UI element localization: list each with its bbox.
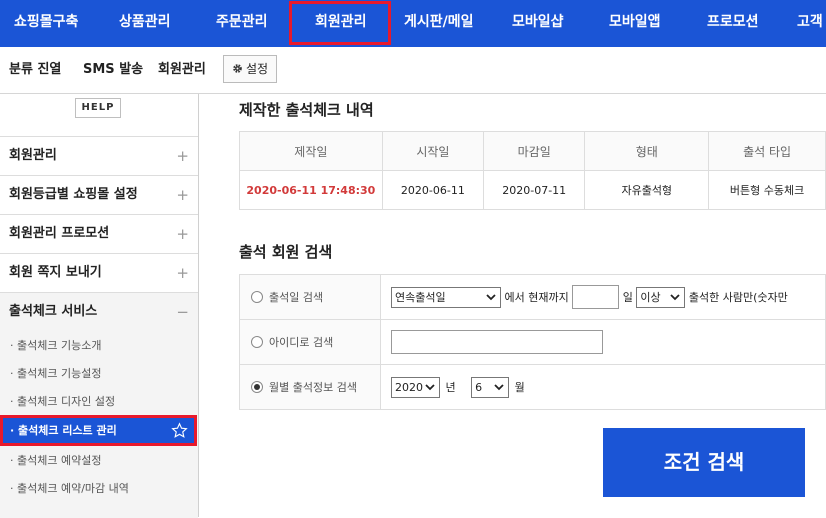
sidebar-menu-label: 회원등급별 쇼핑몰 설정: [9, 187, 138, 202]
column-header: 형태: [584, 131, 710, 171]
table-row[interactable]: 2020-06-11 17:48:30 2020-06-11 2020-07-1…: [239, 170, 826, 210]
top-nav-mobile-app[interactable]: 모바일앱: [609, 0, 661, 47]
search-label-cell: 아이디로 검색: [238, 319, 382, 365]
end-date-cell: 2020-07-11: [483, 170, 586, 210]
created-date-cell[interactable]: 2020-06-11 17:48:30: [239, 170, 383, 210]
radio-label: 출석일 검색: [269, 291, 324, 304]
search-label-cell: 월별 출석정보 검색: [238, 364, 382, 410]
month-unit-text: 월: [514, 381, 525, 394]
top-nav-products[interactable]: 상품관리: [119, 0, 171, 47]
search-field-cell: 연속출석일 에서 현재까지 일 이상 출석한 사람만(숫자만: [380, 274, 826, 320]
column-header: 제작일: [239, 131, 383, 171]
sidebar: HELP 회원관리 + 회원등급별 쇼핑몰 설정 + 회원관리 프로모션 + 회…: [0, 94, 199, 518]
table-header-row: 제작일 시작일 마감일 형태 출석 타입: [239, 131, 826, 171]
top-nav-customer[interactable]: 고객: [797, 0, 823, 47]
subnav-category-display[interactable]: 분류 진열: [9, 47, 61, 93]
column-header: 시작일: [381, 131, 485, 171]
search-row-date: 출석일 검색 연속출석일 에서 현재까지 일 이상 출석한 사람만(숫자만: [238, 274, 826, 320]
top-nav-board-mail[interactable]: 게시판/메일: [404, 0, 474, 47]
expand-icon: +: [176, 147, 189, 165]
sub-navigation: 분류 진열 SMS 발송 회원관리 설정: [0, 47, 826, 94]
attendance-type-cell: 버튼형 수동체크: [708, 170, 826, 210]
top-navigation: 쇼핑몰구축 상품관리 주문관리 회원관리 게시판/메일 모바일샵 모바일앱 프로…: [0, 0, 826, 47]
top-nav-promotion[interactable]: 프로모션: [707, 0, 759, 47]
chevron-down-icon: [425, 383, 435, 390]
expand-icon: +: [176, 264, 189, 282]
sidebar-menu-send-note[interactable]: 회원 쪽지 보내기 +: [0, 253, 198, 292]
radio-date-search[interactable]: [251, 291, 263, 303]
radio-monthly-search[interactable]: [251, 381, 263, 393]
search-field-cell: [380, 319, 826, 365]
consecutive-select[interactable]: 연속출석일: [391, 286, 502, 308]
radio-id-search[interactable]: [251, 336, 263, 348]
history-title: 제작한 출석체크 내역: [239, 101, 374, 119]
chevron-down-icon: [494, 383, 504, 390]
select-value: 이상: [640, 290, 661, 304]
settings-label: 설정: [245, 62, 269, 76]
chevron-down-icon: [486, 293, 496, 300]
help-button[interactable]: HELP: [75, 98, 121, 118]
active-tab-highlight: [289, 1, 391, 45]
start-date-cell: 2020-06-11: [381, 170, 485, 210]
attended-only-text: 출석한 사람만(숫자만: [688, 291, 788, 304]
id-search-input[interactable]: [391, 330, 604, 354]
history-table: 제작일 시작일 마감일 형태 출석 타입 2020-06-11 17:48:30…: [239, 131, 826, 210]
subnav-sms-send[interactable]: SMS 발송: [83, 47, 143, 93]
search-title: 출석 회원 검색: [239, 243, 333, 261]
top-nav-orders[interactable]: 주문관리: [216, 0, 268, 47]
select-value: 6: [475, 380, 483, 394]
select-value: 연속출석일: [395, 290, 446, 304]
sidebar-section-title[interactable]: 출석체크 서비스: [9, 293, 97, 331]
settings-button[interactable]: 설정: [223, 55, 277, 83]
sidebar-item-attendance-history[interactable]: · 출석체크 예약/마감 내역: [10, 480, 129, 496]
sidebar-item-label: · 출석체크 리스트 관리: [10, 424, 117, 437]
sidebar-menu-grade-settings[interactable]: 회원등급별 쇼핑몰 설정 +: [0, 175, 198, 214]
radio-label: 아이디로 검색: [269, 336, 334, 349]
comparison-select[interactable]: 이상: [636, 286, 686, 308]
search-row-id: 아이디로 검색: [238, 319, 826, 365]
sidebar-item-attendance-reservation[interactable]: · 출석체크 예약설정: [10, 452, 101, 468]
search-row-monthly: 월별 출석정보 검색 2020 년 6 월: [238, 364, 826, 410]
days-input[interactable]: [572, 285, 620, 309]
collapse-icon[interactable]: −: [176, 293, 189, 331]
top-nav-shop-build[interactable]: 쇼핑몰구축: [14, 0, 78, 47]
condition-search-button[interactable]: 조건 검색: [603, 428, 805, 497]
month-select[interactable]: 6: [471, 376, 510, 398]
expand-icon: +: [176, 225, 189, 243]
sidebar-menu-member-promotion[interactable]: 회원관리 프로모션 +: [0, 214, 198, 253]
search-field-cell: 2020 년 6 월: [380, 364, 826, 410]
column-header: 출석 타입: [708, 131, 826, 171]
until-now-text: 에서 현재까지: [504, 291, 569, 304]
year-select[interactable]: 2020: [391, 376, 441, 398]
type-cell: 자유출석형: [584, 170, 710, 210]
star-icon[interactable]: [171, 422, 188, 439]
subnav-member-management[interactable]: 회원관리: [158, 47, 206, 93]
sidebar-item-attendance-settings[interactable]: · 출석체크 기능설정: [10, 365, 101, 381]
sidebar-item-attendance-design[interactable]: · 출석체크 디자인 설정: [10, 393, 115, 409]
gear-icon: [233, 64, 242, 73]
sidebar-menu-label: 회원관리 프로모션: [9, 226, 110, 241]
year-unit-text: 년: [445, 381, 456, 394]
sidebar-menu-label: 회원 쪽지 보내기: [9, 265, 102, 280]
sidebar-menu-label: 회원관리: [9, 148, 57, 163]
top-nav-mobile-shop[interactable]: 모바일샵: [512, 0, 564, 47]
search-form-table: 출석일 검색 연속출석일 에서 현재까지 일 이상 출석한 사람만(숫자만 아이…: [238, 274, 826, 410]
chevron-down-icon: [670, 293, 681, 300]
search-label-cell: 출석일 검색: [238, 274, 382, 320]
sidebar-item-attendance-list[interactable]: · 출석체크 리스트 관리: [0, 415, 197, 446]
days-unit-text: 일: [622, 291, 633, 304]
expand-icon: +: [176, 186, 189, 204]
select-value: 2020: [395, 380, 424, 394]
sidebar-item-attendance-intro[interactable]: · 출석체크 기능소개: [10, 337, 101, 353]
column-header: 마감일: [483, 131, 586, 171]
sidebar-menu-member-management[interactable]: 회원관리 +: [0, 136, 198, 175]
radio-label: 월별 출석정보 검색: [269, 381, 357, 394]
